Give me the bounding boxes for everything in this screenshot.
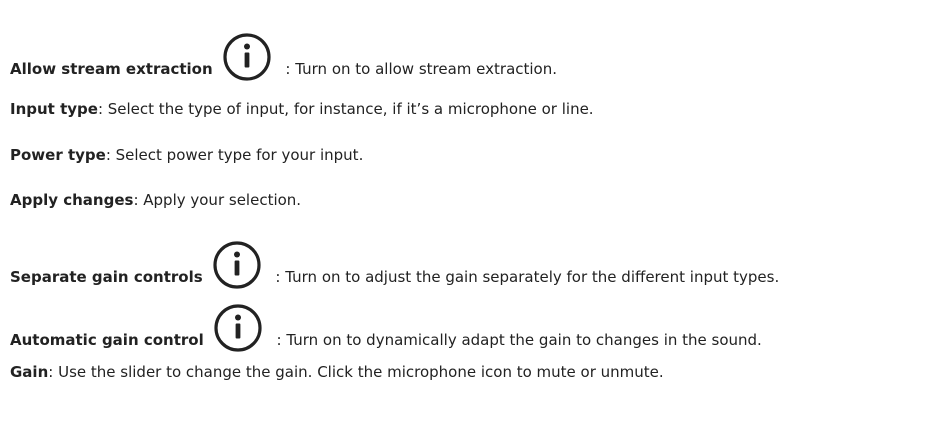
setting-allow-stream-extraction: Allow stream extraction : Turn on to all…	[10, 33, 558, 95]
setting-apply-changes: Apply changes : Apply your selection.	[10, 190, 301, 210]
setting-automatic-gain-control: Automatic gain control : Turn on to dyna…	[10, 304, 762, 366]
setting-term: Allow stream extraction	[10, 60, 213, 78]
setting-power-type: Power type : Select power type for your …	[10, 145, 363, 165]
setting-description: Select power type for your input.	[115, 146, 364, 164]
setting-input-type: Input type : Select the type of input, f…	[10, 99, 594, 119]
setting-description: Turn on to allow stream extraction.	[295, 60, 558, 78]
setting-term: Apply changes	[10, 191, 134, 209]
info-icon	[211, 239, 263, 291]
setting-term: Separate gain controls	[10, 268, 203, 286]
setting-description: Apply your selection.	[143, 191, 302, 209]
setting-description: Use the slider to change the gain. Click…	[58, 363, 664, 381]
setting-separator: :	[97, 100, 108, 118]
setting-description: Select the type of input, for instance, …	[107, 100, 594, 118]
setting-term: Input type	[10, 100, 98, 118]
setting-separator: :	[270, 268, 286, 286]
setting-separator: :	[133, 191, 144, 209]
setting-term: Automatic gain control	[10, 331, 204, 349]
setting-term: Gain	[10, 363, 49, 381]
info-icon	[212, 302, 264, 354]
setting-term: Power type	[10, 146, 106, 164]
setting-separate-gain-controls: Separate gain controls : Turn on to adju…	[10, 241, 780, 303]
setting-separator: :	[105, 146, 116, 164]
setting-separator: :	[271, 331, 287, 349]
setting-separator: :	[48, 363, 59, 381]
setting-description: Turn on to dynamically adapt the gain to…	[286, 331, 762, 349]
info-icon	[221, 31, 273, 83]
setting-description: Turn on to adjust the gain separately fo…	[285, 268, 780, 286]
setting-gain: Gain : Use the slider to change the gain…	[10, 362, 664, 382]
setting-separator: :	[280, 60, 296, 78]
